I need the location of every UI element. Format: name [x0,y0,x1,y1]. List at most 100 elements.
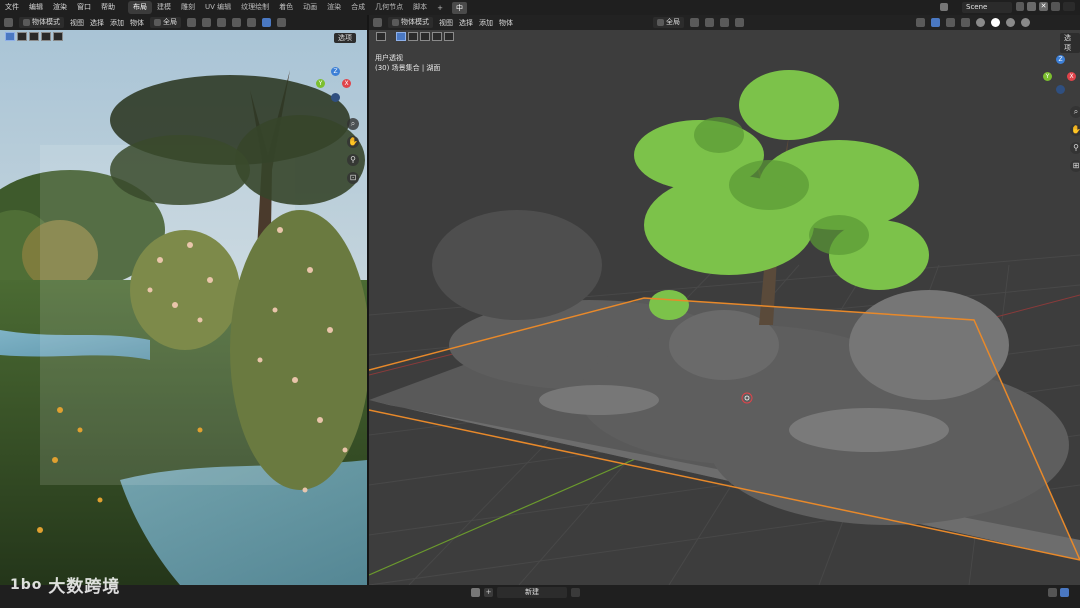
left-menu-select[interactable]: 选择 [90,18,104,28]
xray-toggle-icon[interactable] [961,18,970,27]
menu-render[interactable]: 渲染 [48,0,72,15]
browse-action-icon[interactable]: + [484,588,493,597]
gizmo-x-axis[interactable]: X [342,79,351,88]
right-menu-add[interactable]: 添加 [479,18,493,28]
left-viewport[interactable]: 物体模式 视图 选择 添加 物体 全局 选项 Z Y X ⌕ ✋ ⚲ ⊡ [0,15,367,585]
left-transform-orientation[interactable]: 全局 [150,17,181,28]
select-subtract-icon[interactable] [420,32,430,41]
menu-window[interactable]: 窗口 [72,0,96,15]
left-menu-view[interactable]: 视图 [70,18,84,28]
proportional-edit-icon[interactable] [232,18,241,27]
left-menu-add[interactable]: 添加 [110,18,124,28]
select-intersect-icon[interactable] [53,32,63,41]
snap-icon[interactable] [705,18,714,27]
workspace-tab-rendering[interactable]: 渲染 [322,1,346,14]
editor-type-icon[interactable] [471,588,480,597]
scene-properties-icon[interactable] [1060,588,1069,597]
overlay-toggle-icon[interactable] [946,18,955,27]
right-options-button[interactable]: 选项 [1060,33,1080,53]
workspace-tab-texture-paint[interactable]: 纹理绘制 [236,1,274,14]
workspace-tab-uv-editing[interactable]: UV 编辑 [200,1,236,14]
editor-type-icon[interactable] [4,18,13,27]
lock-view-icon[interactable]: ⊡ [347,172,359,184]
gizmo-z-axis[interactable]: Z [1056,55,1065,64]
gizmo-y-axis[interactable]: Y [316,79,325,88]
left-mode-dropdown[interactable]: 物体模式 [19,17,64,28]
workspace-tab-shading[interactable]: 着色 [274,1,298,14]
properties-icon[interactable] [1048,588,1057,597]
select-extend-icon[interactable] [17,32,27,41]
shading-solid-icon[interactable] [991,18,1000,27]
select-intersect-icon[interactable] [444,32,454,41]
left-menu-object[interactable]: 物体 [130,18,144,28]
pin-icon[interactable] [571,588,580,597]
snap-target-icon[interactable] [720,18,729,27]
pivot-icon[interactable] [690,18,699,27]
right-viewport[interactable]: 物体模式 视图 选择 添加 物体 全局 选项 用户透视 (30) 场景集合 | … [369,15,1080,585]
gizmo-x-axis[interactable]: X [1067,72,1076,81]
menu-edit[interactable]: 编辑 [24,0,48,15]
pivot-icon[interactable] [187,18,196,27]
workspace-tab-compositing[interactable]: 合成 [346,1,370,14]
select-subtract-icon[interactable] [29,32,39,41]
overlay-toggle-icon[interactable] [277,18,286,27]
gizmo-toggle-icon[interactable] [931,18,940,27]
pan-hand-icon[interactable]: ✋ [347,136,359,148]
perspective-toggle-icon[interactable]: ⊞ [1070,160,1080,172]
render-preview [0,30,367,585]
snap-target-icon[interactable] [217,18,226,27]
view-layer-name[interactable] [1063,2,1075,11]
scene-icon[interactable] [940,3,948,11]
visibility-icon[interactable] [247,18,256,27]
snap-icon[interactable] [202,18,211,27]
new-action-button[interactable]: 新建 [497,587,567,598]
shading-rendered-icon[interactable] [1021,18,1030,27]
menu-file[interactable]: 文件 [0,0,24,15]
delete-scene-icon[interactable]: ✕ [1039,2,1048,11]
right-transform-orientation[interactable]: 全局 [653,17,684,28]
shading-wireframe-icon[interactable] [976,18,985,27]
view-layer-icon[interactable] [1051,2,1060,11]
right-mode-label: 物体模式 [401,18,429,26]
new-scene-icon[interactable] [1027,2,1036,11]
left-options-button[interactable]: 选项 [334,33,356,43]
right-mode-dropdown[interactable]: 物体模式 [388,17,433,28]
add-workspace-button[interactable]: + [432,4,448,12]
left-navigation-gizmo[interactable]: Z Y X [316,67,356,107]
play-icon[interactable] [376,32,386,41]
shading-material-icon[interactable] [1006,18,1015,27]
gizmo-neg-z[interactable] [331,93,340,102]
language-badge[interactable]: 中 [452,1,468,14]
zoom-icon[interactable]: ⌕ [1070,106,1080,118]
camera-view-icon[interactable]: ⚲ [1070,142,1080,154]
workspace-tab-scripting[interactable]: 脚本 [408,1,432,14]
right-menu-object[interactable]: 物体 [499,18,513,28]
zoom-icon[interactable]: ⌕ [347,118,359,130]
right-menu-view[interactable]: 视图 [439,18,453,28]
scene-selector[interactable]: Scene [962,2,1012,13]
gizmo-y-axis[interactable]: Y [1043,72,1052,81]
pin-icon[interactable] [1016,2,1024,11]
gizmo-neg-z[interactable] [1056,85,1065,94]
object-mode-icon [23,19,30,26]
select-extend-icon[interactable] [408,32,418,41]
gizmo-z-axis[interactable]: Z [331,67,340,76]
menu-help[interactable]: 帮助 [96,0,120,15]
workspace-tab-modeling[interactable]: 建模 [152,1,176,14]
gizmo-toggle-icon[interactable] [262,18,271,27]
workspace-tab-sculpting[interactable]: 雕刻 [176,1,200,14]
select-invert-icon[interactable] [432,32,442,41]
right-menu-select[interactable]: 选择 [459,18,473,28]
pan-hand-icon[interactable]: ✋ [1070,124,1080,136]
editor-type-icon[interactable] [373,18,382,27]
proportional-edit-icon[interactable] [735,18,744,27]
right-navigation-gizmo[interactable]: Z Y X [1039,55,1079,95]
camera-view-icon[interactable]: ⚲ [347,154,359,166]
workspace-tab-layout[interactable]: 布局 [128,1,152,14]
select-invert-icon[interactable] [41,32,51,41]
workspace-tab-animation[interactable]: 动画 [298,1,322,14]
visibility-icon[interactable] [916,18,925,27]
workspace-tab-geometry-nodes[interactable]: 几何节点 [370,1,408,14]
select-new-icon[interactable] [5,32,15,41]
select-new-icon[interactable] [396,32,406,41]
